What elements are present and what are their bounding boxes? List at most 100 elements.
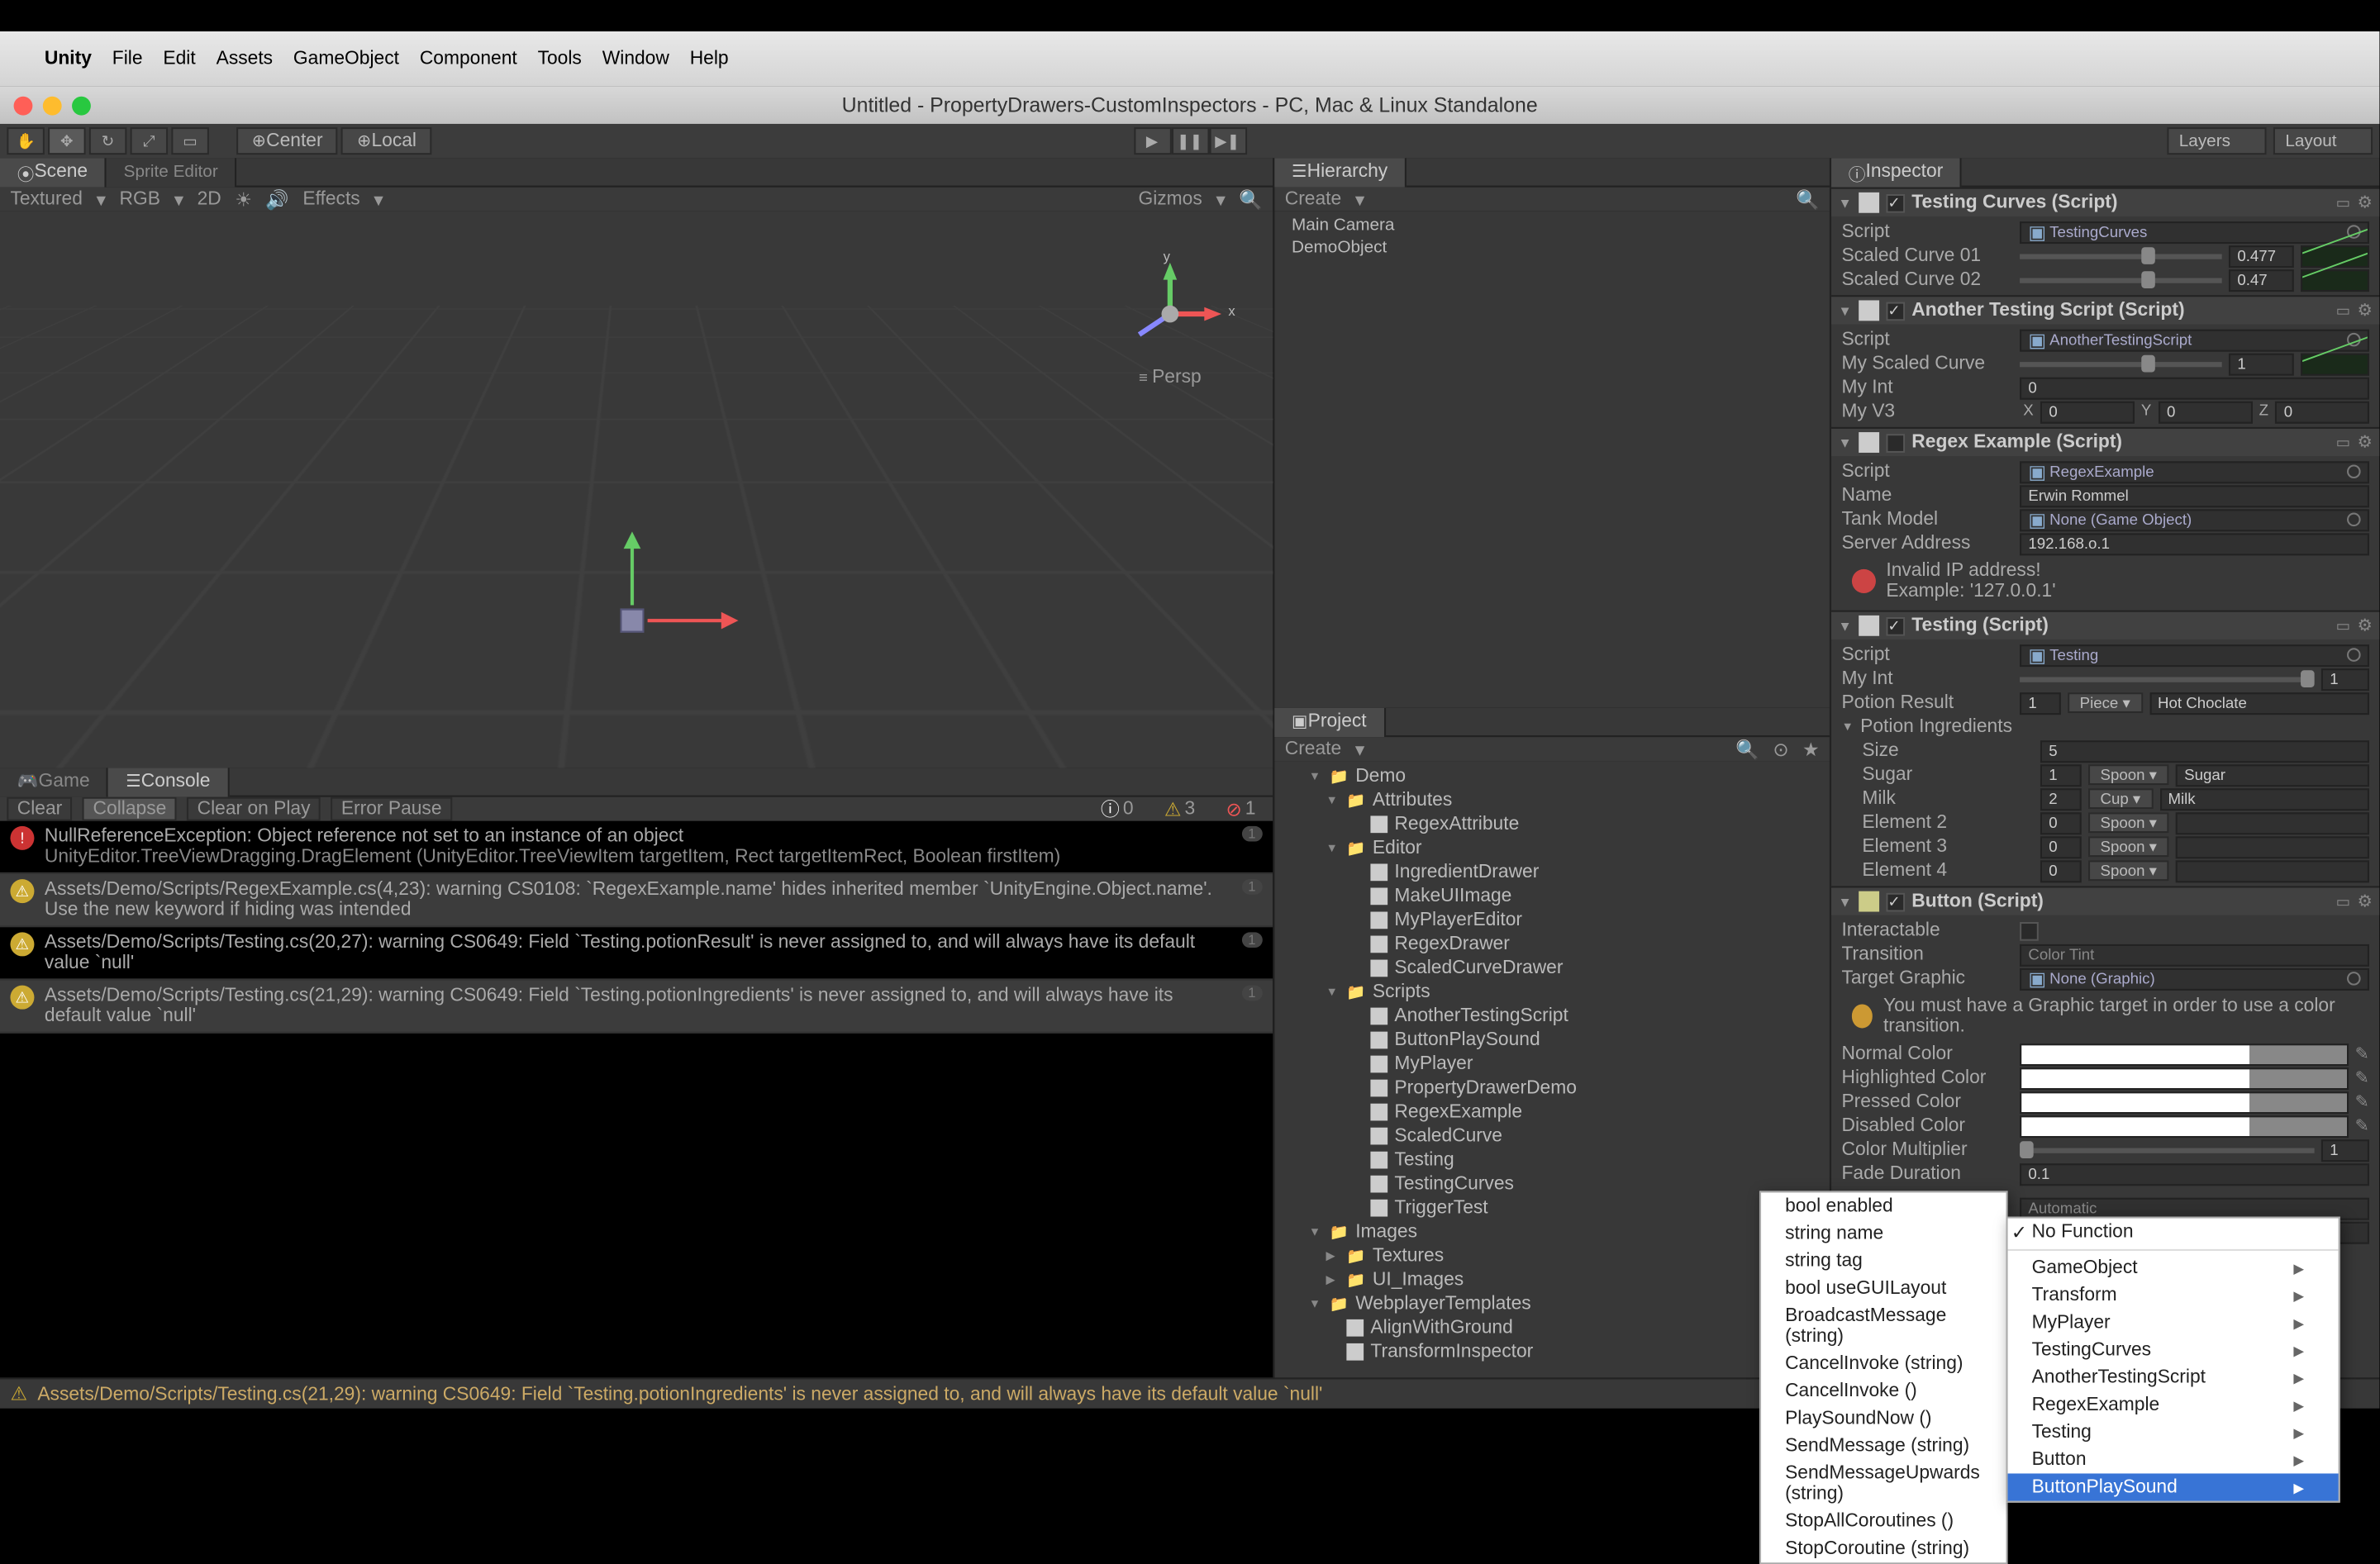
console-log-entry[interactable]: ⚠Assets/Demo/Scripts/Testing.cs(21,29): … bbox=[0, 980, 1273, 1033]
context-menu-item[interactable]: CancelInvoke () bbox=[1761, 1377, 2006, 1405]
number-field[interactable]: 0 bbox=[2020, 377, 2369, 399]
object-field[interactable]: ▣TestingCurves bbox=[2020, 221, 2369, 243]
rgb-dropdown[interactable]: RGB bbox=[120, 189, 160, 210]
size-field[interactable]: 5 bbox=[2040, 739, 2369, 762]
window-maximize-button[interactable] bbox=[72, 96, 91, 115]
console-log-list[interactable]: !NullReferenceException: Object referenc… bbox=[0, 821, 1273, 1378]
color-field[interactable] bbox=[2020, 1043, 2348, 1065]
menu-edit[interactable]: Edit bbox=[163, 49, 195, 69]
window-minimize-button[interactable] bbox=[43, 96, 62, 115]
component-enabled-checkbox[interactable] bbox=[1886, 433, 1905, 452]
amount-field[interactable]: 0 bbox=[2040, 835, 2082, 858]
pivot-toggle[interactable]: ⊕ Center bbox=[236, 127, 338, 154]
console-log-entry[interactable]: ⚠Assets/Demo/Scripts/RegexExample.cs(4,2… bbox=[0, 874, 1273, 927]
context-menu-item[interactable]: MyPlayer bbox=[2008, 1309, 2339, 1336]
number-field[interactable]: 0.1 bbox=[2020, 1162, 2369, 1185]
tab-console[interactable]: ☰ Console bbox=[108, 767, 229, 796]
shading-dropdown[interactable]: Textured bbox=[10, 189, 82, 210]
script-item[interactable]: ScaledCurve bbox=[1278, 1124, 1825, 1148]
folder-item[interactable]: ▶📁Textures bbox=[1278, 1244, 1825, 1268]
context-menu-item[interactable]: TestingCurves bbox=[2008, 1337, 2339, 1364]
amount-field[interactable]: 0 bbox=[2040, 811, 2082, 834]
play-button[interactable]: ▶ bbox=[1133, 127, 1171, 154]
array-header[interactable]: Potion Ingredients bbox=[1860, 716, 2031, 737]
context-menu-item[interactable]: Testing bbox=[2008, 1419, 2339, 1446]
script-item[interactable]: RegexDrawer bbox=[1278, 932, 1825, 956]
hand-tool-button[interactable]: ✋ bbox=[7, 127, 45, 154]
layout-dropdown[interactable]: Layout bbox=[2273, 127, 2373, 154]
amount-field[interactable]: 0 bbox=[2040, 859, 2082, 882]
object-picker-icon[interactable] bbox=[2347, 464, 2361, 478]
object-field[interactable]: ▣None (Game Object) bbox=[2020, 508, 2369, 530]
object-picker-icon[interactable] bbox=[2347, 513, 2361, 527]
folder-item[interactable]: ▼📁Scripts bbox=[1278, 980, 1825, 1004]
audio-toggle-icon[interactable]: 🔊 bbox=[265, 188, 288, 211]
amount-field[interactable]: 2 bbox=[2040, 787, 2082, 810]
name-field[interactable] bbox=[2176, 835, 2369, 858]
project-create-dropdown[interactable]: Create bbox=[1285, 739, 1341, 759]
object-picker-icon[interactable] bbox=[2347, 972, 2361, 986]
text-field[interactable]: 192.168.o.1 bbox=[2020, 532, 2369, 554]
folder-item[interactable]: ▼📁Demo bbox=[1278, 764, 1825, 788]
console-clear-on-play-toggle[interactable]: Clear on Play bbox=[187, 797, 321, 821]
hierarchy-item[interactable]: Main Camera bbox=[1285, 215, 1820, 237]
settings-icon[interactable]: ⚙ bbox=[2358, 892, 2373, 911]
help-icon[interactable]: ▭ bbox=[2336, 301, 2351, 320]
folder-item[interactable]: ▼📁Editor bbox=[1278, 836, 1825, 860]
tab-game[interactable]: 🎮 Game bbox=[0, 767, 108, 796]
console-log-entry[interactable]: ⚠Assets/Demo/Scripts/Testing.cs(20,27): … bbox=[0, 927, 1273, 980]
folder-item[interactable]: ▶📁UI_Images bbox=[1278, 1268, 1825, 1292]
folder-item[interactable]: ▼📁WebplayerTemplates bbox=[1278, 1292, 1825, 1316]
tab-scene[interactable]: ⦿ Scene bbox=[0, 157, 107, 186]
color-field[interactable] bbox=[2020, 1115, 2348, 1137]
script-item[interactable]: MyPlayer bbox=[1278, 1053, 1825, 1077]
function-picker-components[interactable]: No FunctionGameObjectTransformMyPlayerTe… bbox=[2006, 1217, 2340, 1503]
component-enabled-checkbox[interactable] bbox=[1886, 301, 1905, 320]
int-slider[interactable] bbox=[2020, 676, 2315, 681]
context-menu-item[interactable]: SendMessage (string) bbox=[1761, 1433, 2006, 1460]
context-menu-item[interactable]: CancelInvoke (string) bbox=[1761, 1350, 2006, 1377]
eyedropper-icon[interactable]: ✎ bbox=[2355, 1092, 2369, 1111]
object-field[interactable]: ▣AnotherTestingScript bbox=[2020, 329, 2369, 351]
move-tool-button[interactable]: ✥ bbox=[48, 127, 86, 154]
number-field[interactable]: 0.47 bbox=[2229, 269, 2294, 291]
context-menu-item[interactable]: bool useGUILayout bbox=[1761, 1275, 2006, 1302]
tab-inspector[interactable]: ⓘ Inspector bbox=[1831, 157, 1962, 186]
script-item[interactable]: TestingCurves bbox=[1278, 1172, 1825, 1196]
scene-view[interactable]: 📷 y x ≡ Persp bbox=[0, 212, 1273, 768]
unit-dropdown[interactable]: Spoon ▾ bbox=[2088, 836, 2169, 857]
help-icon[interactable]: ▭ bbox=[2336, 193, 2351, 212]
script-item[interactable]: TransformInspector bbox=[1278, 1340, 1825, 1364]
eyedropper-icon[interactable]: ✎ bbox=[2355, 1068, 2369, 1087]
name-field[interactable] bbox=[2176, 859, 2369, 882]
console-clear-button[interactable]: Clear bbox=[7, 797, 72, 821]
menu-gameobject[interactable]: GameObject bbox=[293, 49, 399, 69]
script-item[interactable]: Testing bbox=[1278, 1148, 1825, 1172]
script-item[interactable]: IngredientDrawer bbox=[1278, 860, 1825, 884]
folder-item[interactable]: ▼📁Images bbox=[1278, 1220, 1825, 1244]
text-field[interactable]: Erwin Rommel bbox=[2020, 484, 2369, 506]
hierarchy-search-icon[interactable]: 🔍 bbox=[1796, 188, 1819, 211]
project-panel[interactable]: ▼📁Demo▼📁AttributesRegexAttribute▼📁Editor… bbox=[1274, 761, 1830, 1377]
hierarchy-create-dropdown[interactable]: Create bbox=[1285, 189, 1341, 210]
menu-help[interactable]: Help bbox=[690, 49, 729, 69]
component-header[interactable]: ▼Testing Curves (Script)▭⚙ bbox=[1831, 189, 2379, 216]
component-header[interactable]: ▼Regex Example (Script)▭⚙ bbox=[1831, 429, 2379, 456]
script-item[interactable]: ScaledCurveDrawer bbox=[1278, 956, 1825, 980]
effects-dropdown[interactable]: Effects bbox=[302, 189, 359, 210]
component-header[interactable]: ▼Button (Script)▭⚙ bbox=[1831, 888, 2379, 915]
curve-slider[interactable] bbox=[2020, 361, 2222, 366]
settings-icon[interactable]: ⚙ bbox=[2358, 301, 2373, 320]
script-item[interactable]: ButtonPlaySound bbox=[1278, 1028, 1825, 1052]
tab-sprite-editor[interactable]: Sprite Editor bbox=[107, 157, 237, 186]
context-menu-item[interactable]: string name bbox=[1761, 1220, 2006, 1248]
name-field[interactable]: Milk bbox=[2159, 787, 2369, 810]
checkbox[interactable] bbox=[2020, 921, 2039, 940]
rect-tool-button[interactable]: ▭ bbox=[171, 127, 209, 154]
context-menu-item[interactable]: BroadcastMessage (string) bbox=[1761, 1302, 2006, 1350]
context-menu-item[interactable]: string tag bbox=[1761, 1248, 2006, 1275]
object-field[interactable]: ▣None (Graphic) bbox=[2020, 967, 2369, 990]
curve-field[interactable] bbox=[2301, 353, 2369, 375]
component-enabled-checkbox[interactable] bbox=[1886, 892, 1905, 911]
project-save-search-icon[interactable]: ★ bbox=[1802, 738, 1819, 760]
